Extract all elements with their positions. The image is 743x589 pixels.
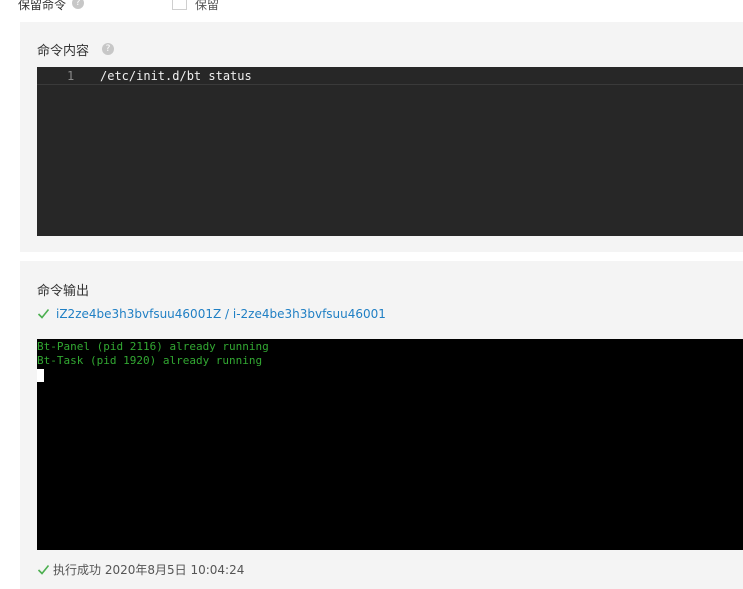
editor-line[interactable]: 1 /etc/init.d/bt status xyxy=(37,67,743,85)
check-icon xyxy=(37,564,50,575)
terminal-line: Bt-Task (pid 1920) already running xyxy=(37,354,263,367)
instance-link[interactable]: iZ2ze4be3h3bvfsuu46001Z / i-2ze4be3h3bvf… xyxy=(56,307,386,321)
status-text: 执行成功 xyxy=(53,563,102,577)
output-terminal[interactable]: Bt-Panel (pid 2116) already running Bt-T… xyxy=(37,339,743,550)
command-content-title: 命令内容 xyxy=(37,44,90,59)
keep-command-checkbox[interactable] xyxy=(172,0,187,10)
help-icon[interactable]: ? xyxy=(102,43,114,55)
status-time: 2020年8月5日 10:04:24 xyxy=(104,563,245,577)
command-output-title: 命令输出 xyxy=(37,284,90,299)
terminal-line: Bt-Panel (pid 2116) already running xyxy=(37,340,269,353)
keep-command-label: 保留命令 xyxy=(18,0,67,12)
instance-result-row[interactable]: iZ2ze4be3h3bvfsuu46001Z / i-2ze4be3h3bvf… xyxy=(37,307,386,321)
command-content-panel: 命令内容 ? 1 /etc/init.d/bt status xyxy=(20,22,743,252)
command-editor[interactable]: 1 /etc/init.d/bt status xyxy=(37,67,743,236)
keep-command-checkbox-label[interactable]: 保留 xyxy=(195,0,219,13)
command-output-panel: 命令输出 iZ2ze4be3h3bvfsuu46001Z / i-2ze4be3… xyxy=(20,261,743,589)
terminal-cursor xyxy=(37,369,44,382)
help-icon[interactable]: ? xyxy=(72,0,84,9)
command-text[interactable]: /etc/init.d/bt status xyxy=(100,69,252,83)
line-number: 1 xyxy=(67,69,75,83)
execution-status: 执行成功 2020年8月5日 10:04:24 xyxy=(37,561,244,578)
check-icon xyxy=(37,308,50,319)
keep-command-row: 保留命令 ? 保留 xyxy=(0,0,743,12)
